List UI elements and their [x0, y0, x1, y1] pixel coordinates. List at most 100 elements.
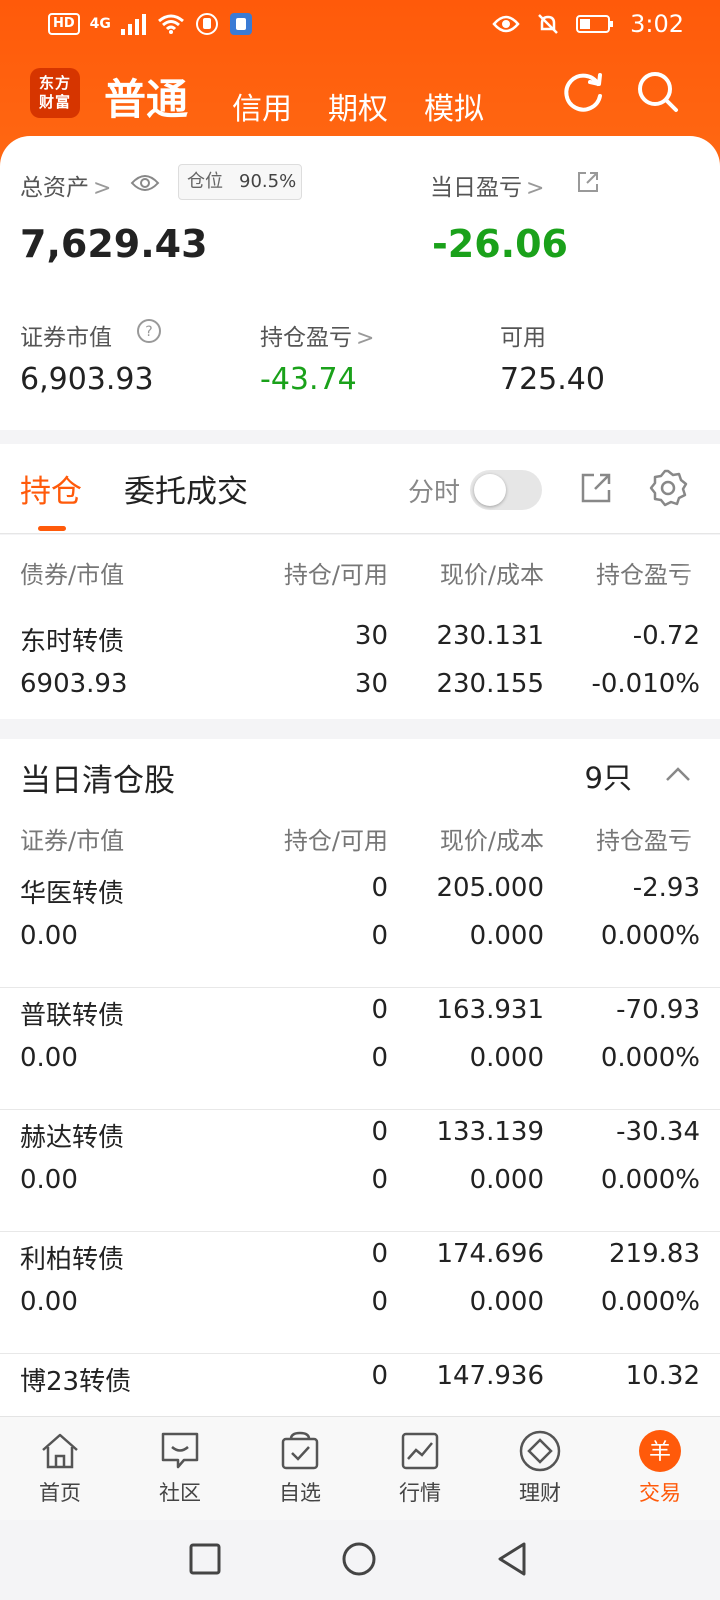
- watchlist-bag-icon: [281, 1431, 319, 1470]
- nav-community[interactable]: 社区: [130, 1429, 230, 1507]
- account-type-tabs: 东方 财富 普通 信用 期权 模拟: [0, 62, 720, 132]
- app-notification-icon: [229, 13, 252, 35]
- holdings-table: 债券/市值 持仓/可用 现价/成本 持仓盈亏 东时转债 6903.93 30 3…: [0, 535, 720, 719]
- cleared-count: 9只: [584, 761, 632, 795]
- search-icon[interactable]: [634, 68, 682, 116]
- col-header-price: 现价/成本: [439, 827, 544, 855]
- cost-price: 0.000: [469, 1287, 544, 1317]
- eye-toggle-icon[interactable]: [130, 172, 160, 194]
- network-type: 4G: [89, 16, 111, 32]
- chat-bubble-icon: [161, 1432, 199, 1469]
- position-qty: 0: [371, 1117, 388, 1147]
- table-row[interactable]: 普联转债 0.00 0 0 163.931 0.000 -70.93 0.000…: [0, 987, 720, 1107]
- pnl-percent: -0.010%: [591, 669, 700, 699]
- available-qty: 0: [371, 1165, 388, 1195]
- nav-home[interactable]: 首页: [10, 1429, 110, 1507]
- section-title: 当日清仓股: [20, 763, 175, 799]
- pnl-amount: -70.93: [616, 995, 700, 1025]
- pnl-amount: -30.34: [616, 1117, 700, 1147]
- current-price: 230.131: [436, 621, 544, 651]
- table-row[interactable]: 利柏转债 0.00 0 0 174.696 0.000 219.83 0.000…: [0, 1231, 720, 1351]
- refresh-icon[interactable]: [560, 68, 608, 116]
- current-price: 133.139: [436, 1117, 544, 1147]
- market-value: 0.00: [20, 1165, 78, 1195]
- total-assets-label[interactable]: 总资产 >: [20, 168, 111, 202]
- position-qty: 30: [354, 621, 388, 651]
- tab-normal[interactable]: 普通: [104, 66, 188, 127]
- settings-gear-icon[interactable]: [648, 468, 688, 508]
- export-icon[interactable]: [578, 470, 614, 506]
- intraday-toggle[interactable]: [470, 470, 542, 510]
- bond-name: 利柏转债: [20, 1245, 125, 1275]
- nav-wealth[interactable]: 理财: [490, 1429, 590, 1507]
- col-header-security: 证券/市值: [20, 827, 125, 855]
- market-value: 0.00: [20, 1287, 78, 1317]
- nav-trade[interactable]: 羊 交易: [610, 1429, 710, 1507]
- holding-pnl-label[interactable]: 持仓盈亏 >: [260, 318, 374, 352]
- tab-holdings[interactable]: 持仓: [20, 466, 82, 511]
- mute-bell-icon: [538, 14, 558, 34]
- clock: 3:02: [630, 10, 684, 38]
- tab-credit[interactable]: 信用: [232, 84, 292, 128]
- bond-name: 赫达转债: [20, 1123, 125, 1153]
- col-header-bond: 债券/市值: [20, 561, 125, 589]
- cost-price: 0.000: [469, 921, 544, 951]
- hd-indicator: HD: [48, 13, 80, 35]
- pnl-percent: 0.000%: [600, 1287, 700, 1317]
- available-qty: 0: [371, 921, 388, 951]
- available-qty: 30: [354, 669, 388, 699]
- table-row[interactable]: 东时转债 6903.93 30 30 230.131 230.155 -0.72…: [0, 599, 720, 719]
- col-header-position: 持仓/可用: [283, 561, 388, 589]
- bond-name: 东时转债: [20, 627, 125, 657]
- col-header-pnl: 持仓盈亏: [596, 827, 692, 855]
- chevron-right-icon: >: [93, 176, 112, 201]
- table-row[interactable]: 赫达转债 0.00 0 0 133.139 0.000 -30.34 0.000…: [0, 1109, 720, 1229]
- intraday-toggle-label: 分时: [408, 478, 461, 508]
- help-icon[interactable]: ?: [136, 318, 162, 344]
- app-logo[interactable]: 东方 财富: [30, 68, 80, 118]
- bond-name: 华医转债: [20, 879, 125, 909]
- positions-tab-bar: 持仓 委托成交 分时: [0, 444, 720, 534]
- nav-watchlist[interactable]: 自选: [250, 1429, 350, 1507]
- bond-name: 博23转债: [20, 1367, 132, 1397]
- col-header-price: 现价/成本: [439, 561, 544, 589]
- total-assets-value: 7,629.43: [20, 222, 208, 266]
- home-circle-icon[interactable]: [340, 1540, 378, 1578]
- share-icon[interactable]: [576, 170, 600, 194]
- chevron-right-icon: >: [356, 326, 375, 351]
- daily-pnl-value: -26.06: [432, 222, 568, 266]
- position-qty: 0: [371, 1361, 388, 1391]
- wifi-icon: [157, 14, 184, 34]
- tab-simulation[interactable]: 模拟: [424, 84, 484, 128]
- tab-options[interactable]: 期权: [328, 84, 388, 128]
- position-ratio-badge: 仓位 90.5%: [178, 164, 302, 200]
- available-label: 可用: [500, 325, 546, 351]
- recent-apps-icon[interactable]: [188, 1542, 222, 1576]
- svg-text:?: ?: [145, 324, 152, 340]
- securities-value: 6,903.93: [20, 362, 154, 397]
- pnl-amount: -2.93: [632, 873, 700, 903]
- chevron-up-icon[interactable]: [664, 765, 692, 783]
- col-header-position: 持仓/可用: [283, 827, 388, 855]
- daily-pnl-label[interactable]: 当日盈亏 >: [430, 168, 544, 202]
- active-tab-indicator: [38, 526, 66, 531]
- nav-market[interactable]: 行情: [370, 1429, 470, 1507]
- chevron-right-icon: >: [526, 176, 545, 201]
- back-icon[interactable]: [494, 1540, 530, 1578]
- table-row[interactable]: 博23转债 0 147.936 10.32: [0, 1353, 720, 1416]
- eye-icon: [492, 15, 520, 33]
- securities-value-label: 证券市值: [20, 325, 112, 351]
- pnl-amount: 10.32: [625, 1361, 700, 1391]
- market-value: 0.00: [20, 1043, 78, 1073]
- table-row[interactable]: 华医转债 0.00 0 0 205.000 0.000 -2.93 0.000%: [0, 865, 720, 985]
- tab-orders-trades[interactable]: 委托成交: [124, 466, 248, 511]
- available-qty: 0: [371, 1043, 388, 1073]
- position-qty: 0: [371, 1239, 388, 1269]
- pnl-amount: 219.83: [609, 1239, 700, 1269]
- bottom-navigation: 首页 社区 自选 行情 理财 羊 交易: [0, 1416, 720, 1520]
- current-price: 147.936: [436, 1361, 544, 1391]
- current-price: 174.696: [436, 1239, 544, 1269]
- position-qty: 0: [371, 995, 388, 1025]
- wealth-diamond-icon: [519, 1430, 561, 1472]
- svg-text:羊: 羊: [649, 1440, 671, 1465]
